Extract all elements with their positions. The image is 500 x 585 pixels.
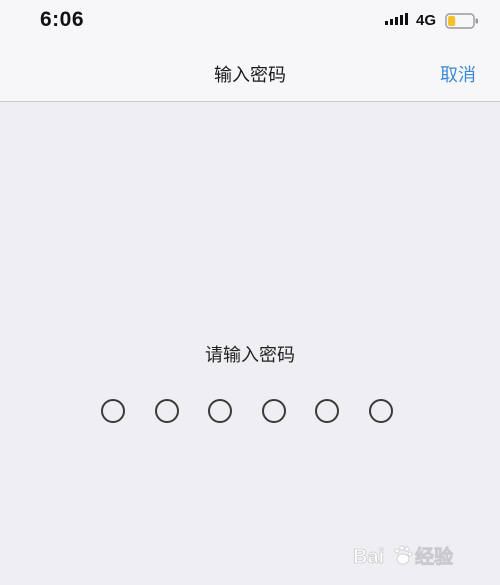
- baidu-watermark-logo: Bai 经验: [353, 545, 455, 569]
- passcode-dot: [261, 399, 286, 423]
- passcode-dot: [154, 399, 179, 423]
- passcode-dot: [208, 399, 233, 423]
- network-type: 4G: [416, 12, 437, 29]
- passcode-dots[interactable]: [101, 399, 393, 425]
- cancel-button[interactable]: 取消: [440, 61, 476, 87]
- battery-icon: [445, 13, 478, 29]
- page-title: 输入密码: [214, 65, 286, 86]
- passcode-prompt: 请输入密码: [205, 345, 295, 366]
- passcode-dot: [101, 399, 125, 423]
- passcode-dot: [368, 399, 393, 423]
- svg-text:Bai: Bai: [353, 546, 384, 568]
- navigation-bar: 输入密码 取消: [0, 44, 500, 102]
- status-time: 6:06: [40, 8, 85, 31]
- cellular-signal-icon: [385, 13, 408, 25]
- passcode-dot: [315, 399, 340, 423]
- status-bar: 6:06 4G: [0, 0, 500, 44]
- svg-text:经验: 经验: [415, 545, 454, 568]
